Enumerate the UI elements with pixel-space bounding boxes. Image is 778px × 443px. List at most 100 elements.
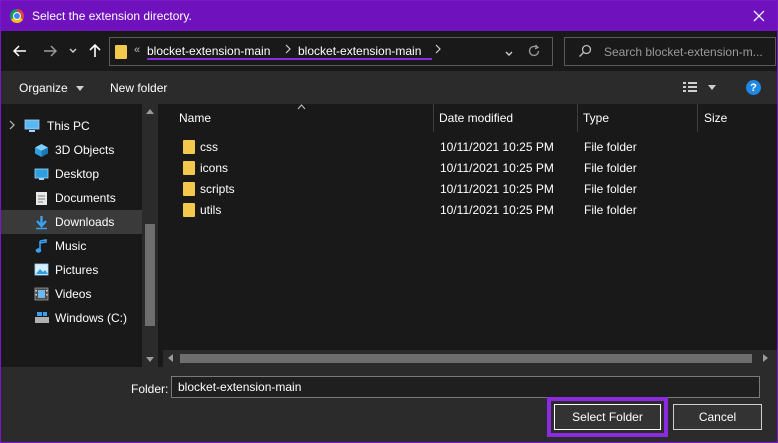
address-bar[interactable]: « blocket-extension-main blocket-extensi…: [109, 37, 553, 66]
back-button[interactable]: [11, 42, 29, 60]
nav-item-label: Pictures: [55, 263, 99, 277]
address-highlight-underline: [147, 58, 432, 60]
table-row[interactable]: scripts 10/11/2021 10:25 PM File folder: [163, 178, 777, 199]
chrome-app-icon: [10, 9, 24, 23]
nav-item-videos[interactable]: Videos: [1, 282, 142, 306]
breadcrumb-item[interactable]: blocket-extension-main: [147, 44, 270, 58]
navigation-pane: This PC 3D Objects Desktop Documents Dow…: [1, 104, 158, 367]
file-type: File folder: [584, 203, 637, 217]
new-folder-button[interactable]: New folder: [110, 81, 167, 95]
nav-item-label: Documents: [55, 191, 116, 205]
file-type: File folder: [584, 140, 637, 154]
change-view-button[interactable]: [682, 81, 718, 98]
column-size[interactable]: Size: [704, 111, 727, 125]
folder-icon: [183, 161, 195, 178]
nav-item-3d-objects[interactable]: 3D Objects: [1, 138, 142, 162]
organize-menu[interactable]: Organize: [19, 81, 85, 95]
nav-item-desktop[interactable]: Desktop: [1, 162, 142, 186]
nav-item-pictures[interactable]: Pictures: [1, 258, 142, 282]
caret-down-icon: [76, 86, 85, 92]
arrow-up-icon: [89, 44, 101, 57]
column-divider: [577, 104, 578, 132]
navigation-bar: « blocket-extension-main blocket-extensi…: [1, 31, 777, 71]
documents-icon: [35, 191, 50, 205]
3d-objects-icon: [34, 143, 49, 157]
column-date-modified[interactable]: Date modified: [439, 111, 513, 125]
cancel-button[interactable]: Cancel: [673, 404, 762, 430]
table-row[interactable]: css 10/11/2021 10:25 PM File folder: [163, 136, 777, 157]
file-list-horizontal-scrollbar[interactable]: [163, 350, 777, 367]
forward-button[interactable]: [41, 42, 59, 60]
file-name: utils: [200, 203, 222, 217]
chevron-down-icon: [69, 48, 77, 53]
folder-name-field[interactable]: [171, 376, 760, 398]
refresh-icon: [528, 44, 540, 57]
command-toolbar: Organize New folder ?: [1, 71, 777, 104]
scroll-down-icon[interactable]: [146, 357, 154, 362]
nav-item-label: Videos: [55, 287, 92, 301]
file-date: 10/11/2021 10:25 PM: [440, 140, 554, 154]
details-view-icon: [683, 82, 716, 92]
pictures-icon: [34, 263, 49, 277]
address-overflow-chevron[interactable]: «: [134, 44, 140, 56]
scroll-left-icon[interactable]: [168, 354, 173, 362]
chevron-down-icon: [505, 51, 513, 56]
file-name: scripts: [200, 182, 235, 196]
scrollbar-thumb[interactable]: [145, 224, 155, 326]
nav-item-downloads[interactable]: Downloads: [1, 210, 142, 234]
file-name: css: [200, 140, 218, 154]
help-button[interactable]: ?: [746, 80, 761, 95]
folder-icon: [183, 182, 195, 199]
file-list: Name Date modified Type Size css 10/11/2…: [163, 104, 777, 367]
column-name[interactable]: Name: [179, 111, 211, 125]
recent-locations-button[interactable]: [67, 42, 79, 60]
dialog-footer: Folder: Select Folder Cancel: [1, 367, 777, 442]
pc-icon: [24, 119, 40, 133]
up-button[interactable]: [87, 42, 103, 60]
breadcrumb-separator-icon[interactable]: [285, 44, 291, 57]
column-header-row: Name Date modified Type Size: [163, 104, 777, 132]
arrow-right-icon: [44, 45, 57, 57]
search-box[interactable]: Search blocket-extension-m...: [564, 37, 776, 66]
breadcrumb-separator-icon[interactable]: [435, 44, 441, 57]
nav-pane-scrollbar[interactable]: [142, 104, 158, 367]
nav-item-this-pc[interactable]: This PC: [1, 114, 142, 138]
table-row[interactable]: icons 10/11/2021 10:25 PM File folder: [163, 157, 777, 178]
music-icon: [35, 239, 50, 253]
search-icon: [578, 44, 592, 61]
folder-icon: [114, 44, 128, 63]
nav-item-label: This PC: [47, 119, 90, 133]
select-folder-button[interactable]: Select Folder: [554, 404, 661, 430]
file-name: icons: [200, 161, 229, 175]
nav-item-music[interactable]: Music: [1, 234, 142, 258]
drive-icon: [34, 311, 49, 325]
nav-item-windows-c[interactable]: Windows (C:): [1, 306, 142, 330]
downloads-icon: [34, 215, 49, 230]
refresh-button[interactable]: [527, 44, 541, 61]
column-divider: [697, 104, 698, 132]
expand-chevron-icon[interactable]: [9, 119, 15, 133]
folder-icon: [183, 140, 195, 157]
address-history-button[interactable]: [505, 46, 513, 60]
file-date: 10/11/2021 10:25 PM: [440, 203, 554, 217]
file-type: File folder: [584, 182, 637, 196]
nav-item-label: 3D Objects: [55, 143, 115, 157]
file-date: 10/11/2021 10:25 PM: [440, 161, 554, 175]
file-date: 10/11/2021 10:25 PM: [440, 182, 554, 196]
file-type: File folder: [584, 161, 637, 175]
breadcrumb-item[interactable]: blocket-extension-main: [298, 44, 421, 58]
scrollbar-thumb[interactable]: [180, 354, 752, 363]
desktop-icon: [34, 167, 49, 181]
scroll-right-icon[interactable]: [763, 354, 768, 362]
nav-item-documents[interactable]: Documents: [1, 186, 142, 210]
search-input[interactable]: Search blocket-extension-m...: [604, 45, 763, 59]
nav-item-label: Downloads: [55, 215, 115, 229]
nav-item-label: Windows (C:): [55, 311, 128, 325]
close-button[interactable]: [741, 1, 777, 31]
scroll-up-icon[interactable]: [146, 109, 154, 114]
table-row[interactable]: utils 10/11/2021 10:25 PM File folder: [163, 199, 777, 220]
column-type[interactable]: Type: [583, 111, 609, 125]
file-dialog-window: Select the extension directory. « blocke…: [1, 1, 777, 442]
select-folder-highlight: Select Folder: [547, 397, 668, 437]
organize-label: Organize: [19, 81, 68, 95]
